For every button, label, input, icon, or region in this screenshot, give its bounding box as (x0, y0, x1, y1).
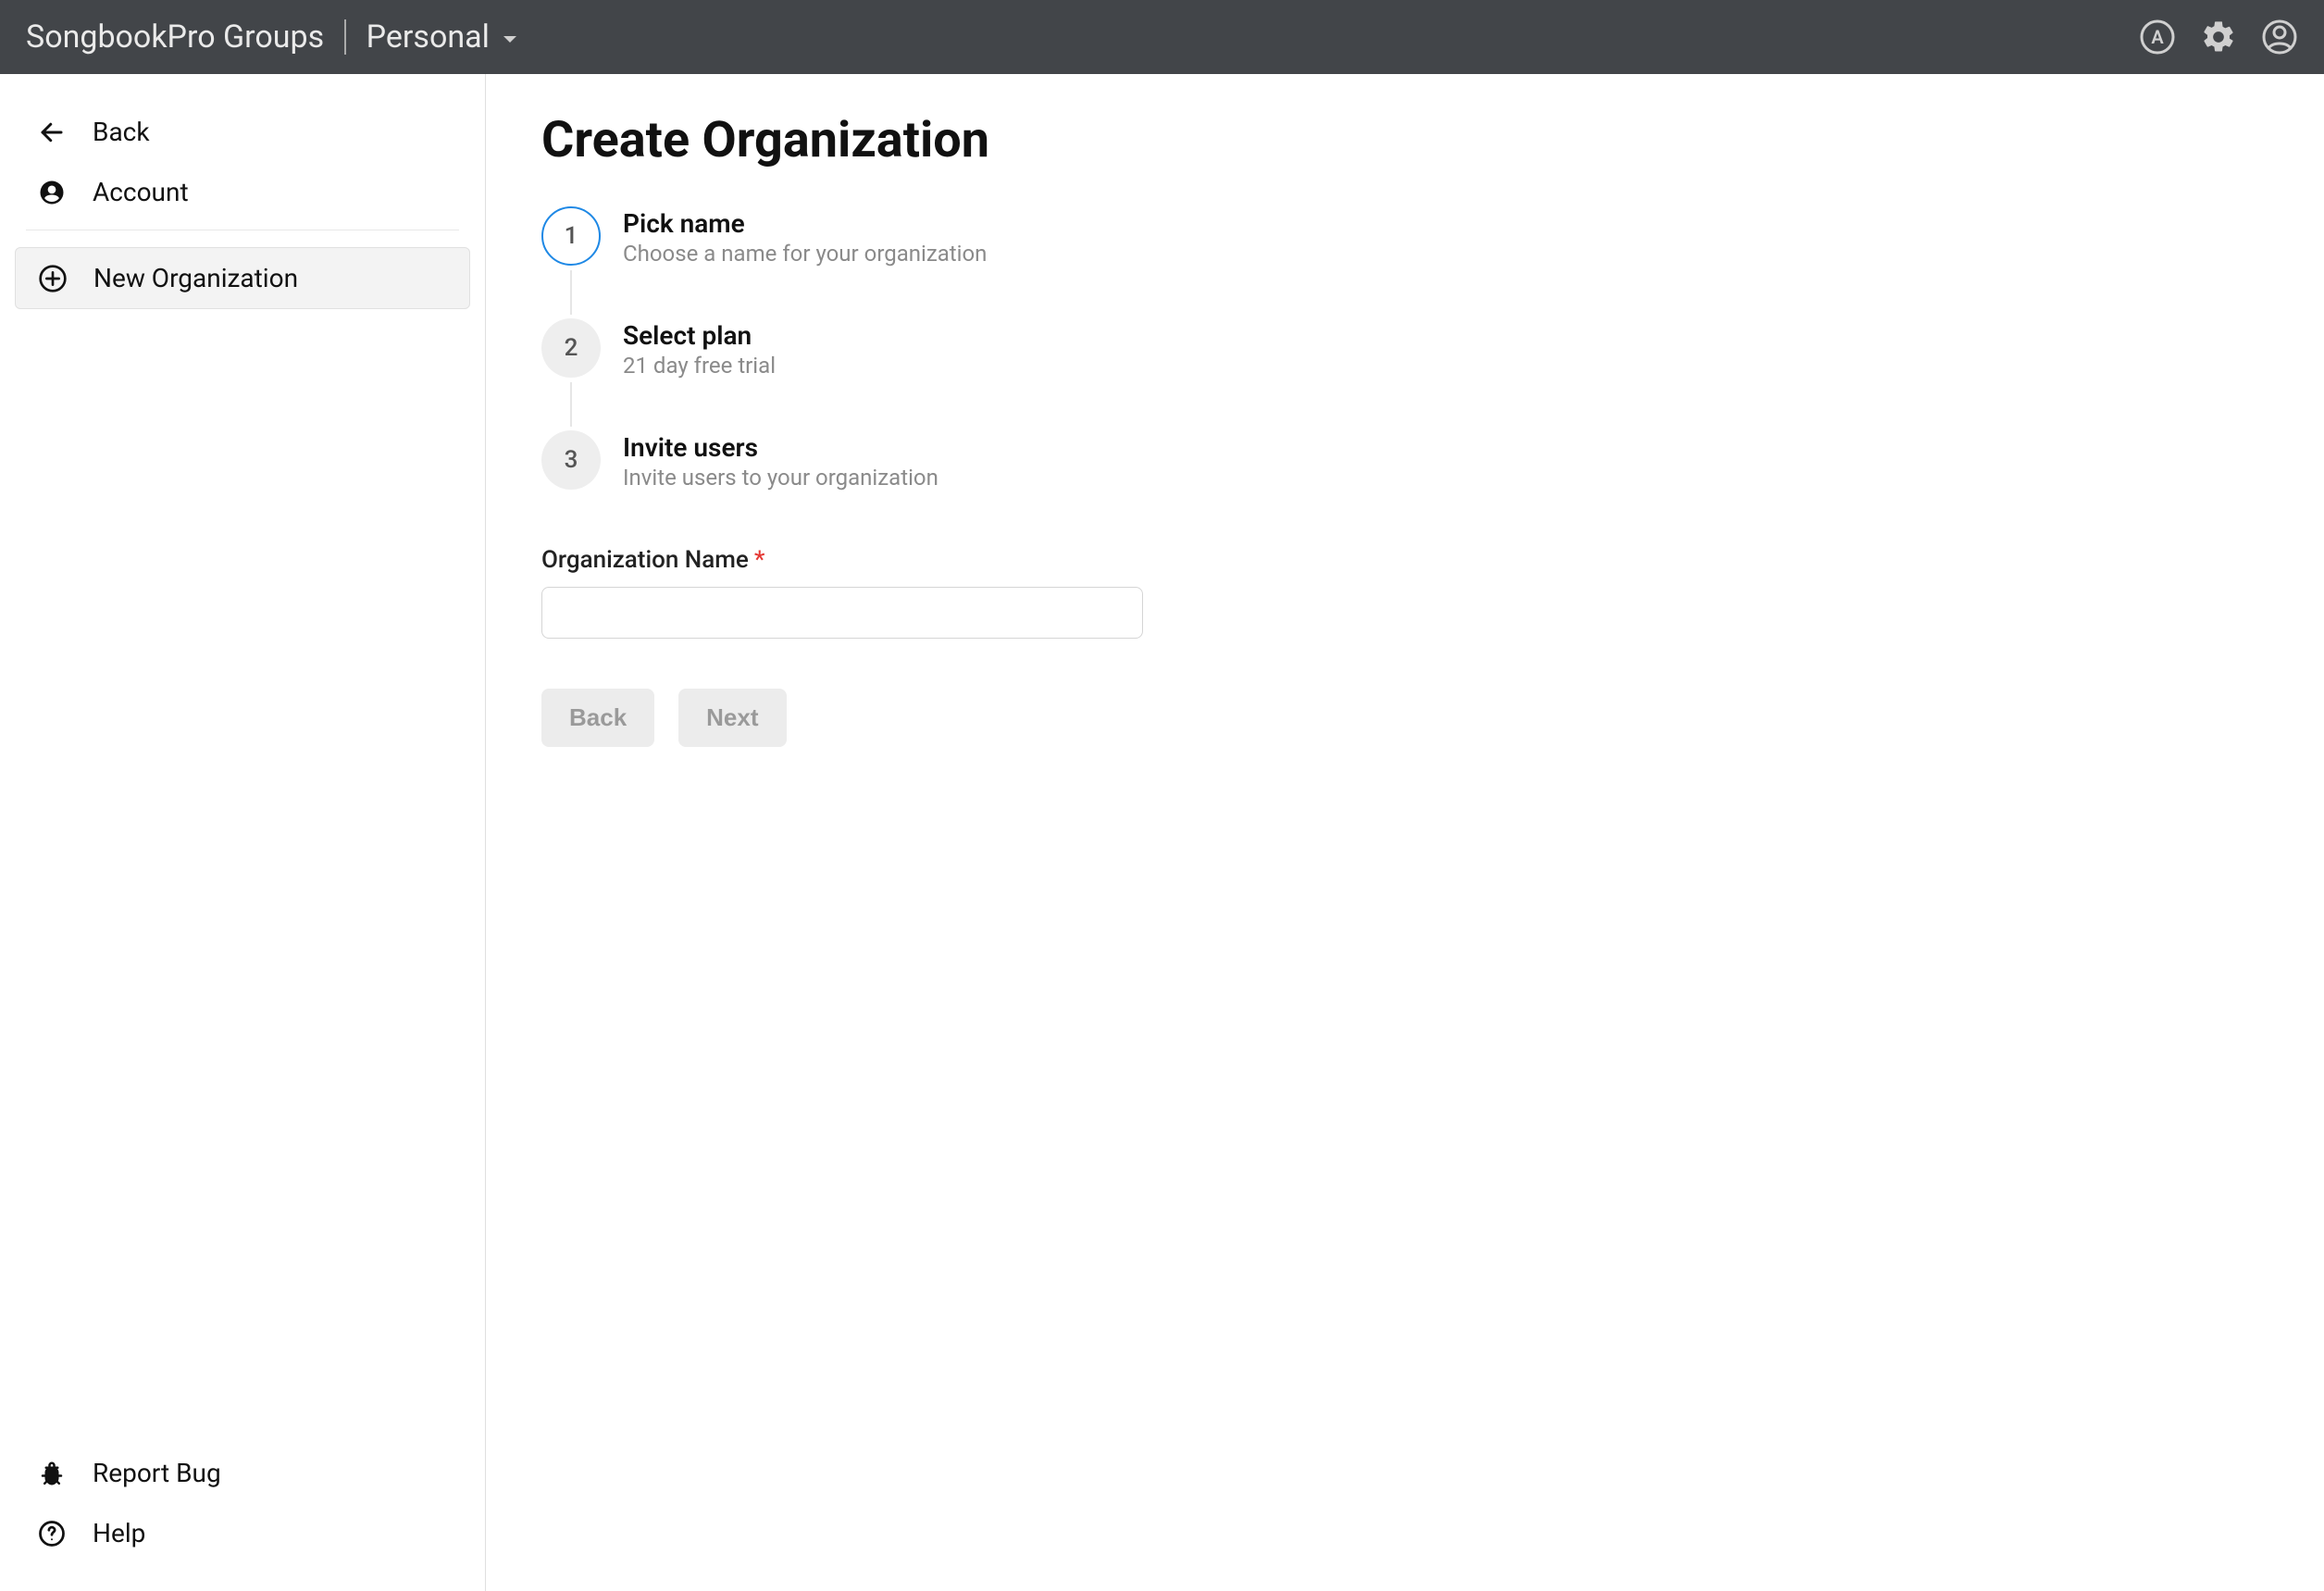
org-name-form: Organization Name* (541, 546, 2268, 639)
sidebar-label: Back (93, 117, 150, 147)
sidebar-label: New Organization (93, 263, 298, 293)
refresh-auth-icon[interactable]: A (2139, 19, 2176, 56)
user-circle-icon (37, 178, 67, 207)
step-subtitle: 21 day free trial (623, 353, 776, 379)
sidebar-label: Help (93, 1518, 145, 1548)
step-title: Pick name (623, 208, 987, 239)
caret-down-icon (503, 24, 517, 50)
svg-text:A: A (2151, 26, 2164, 48)
org-name-input[interactable] (541, 587, 1143, 639)
form-actions: Back Next (541, 689, 2268, 747)
sidebar-item-account[interactable]: Account (15, 162, 470, 222)
next-button[interactable]: Next (678, 689, 786, 747)
step-number: 3 (541, 430, 601, 490)
sidebar-item-new-organization[interactable]: New Organization (15, 247, 470, 309)
step-3: 3 Invite users Invite users to your orga… (541, 430, 2268, 491)
scope-dropdown[interactable]: Personal (367, 19, 517, 56)
sidebar: Back Account New Organization (0, 74, 486, 1591)
step-subtitle: Invite users to your organization (623, 465, 938, 491)
bug-icon (37, 1459, 67, 1488)
back-button[interactable]: Back (541, 689, 654, 747)
sidebar-item-back[interactable]: Back (15, 102, 470, 162)
sidebar-item-help[interactable]: Help (15, 1503, 470, 1563)
account-icon[interactable] (2261, 19, 2298, 56)
step-connector (570, 382, 572, 427)
step-1: 1 Pick name Choose a name for your organ… (541, 206, 2268, 267)
sidebar-label: Report Bug (93, 1458, 221, 1488)
gear-icon[interactable] (2200, 19, 2237, 56)
stepper: 1 Pick name Choose a name for your organ… (541, 206, 2268, 491)
app-header: SongbookPro Groups Personal A (0, 0, 2324, 74)
page-title: Create Organization (541, 111, 2268, 169)
step-title: Invite users (623, 432, 938, 463)
step-subtitle: Choose a name for your organization (623, 241, 987, 267)
step-title: Select plan (623, 320, 776, 351)
scope-label: Personal (367, 19, 490, 56)
label-text: Organization Name (541, 546, 749, 574)
step-2: 2 Select plan 21 day free trial (541, 318, 2268, 379)
main-content: Create Organization 1 Pick name Choose a… (486, 74, 2324, 1591)
header-actions: A (2139, 19, 2298, 56)
sidebar-label: Account (93, 177, 189, 207)
sidebar-item-report-bug[interactable]: Report Bug (15, 1443, 470, 1503)
step-number: 2 (541, 318, 601, 378)
step-connector (570, 270, 572, 315)
org-name-label: Organization Name* (541, 546, 2268, 574)
plus-circle-icon (38, 264, 68, 293)
step-number: 1 (541, 206, 601, 266)
required-asterisk: * (754, 546, 765, 574)
arrow-left-icon (37, 118, 67, 147)
header-divider (344, 19, 346, 55)
help-circle-icon (37, 1519, 67, 1548)
app-title: SongbookPro Groups (26, 19, 324, 56)
